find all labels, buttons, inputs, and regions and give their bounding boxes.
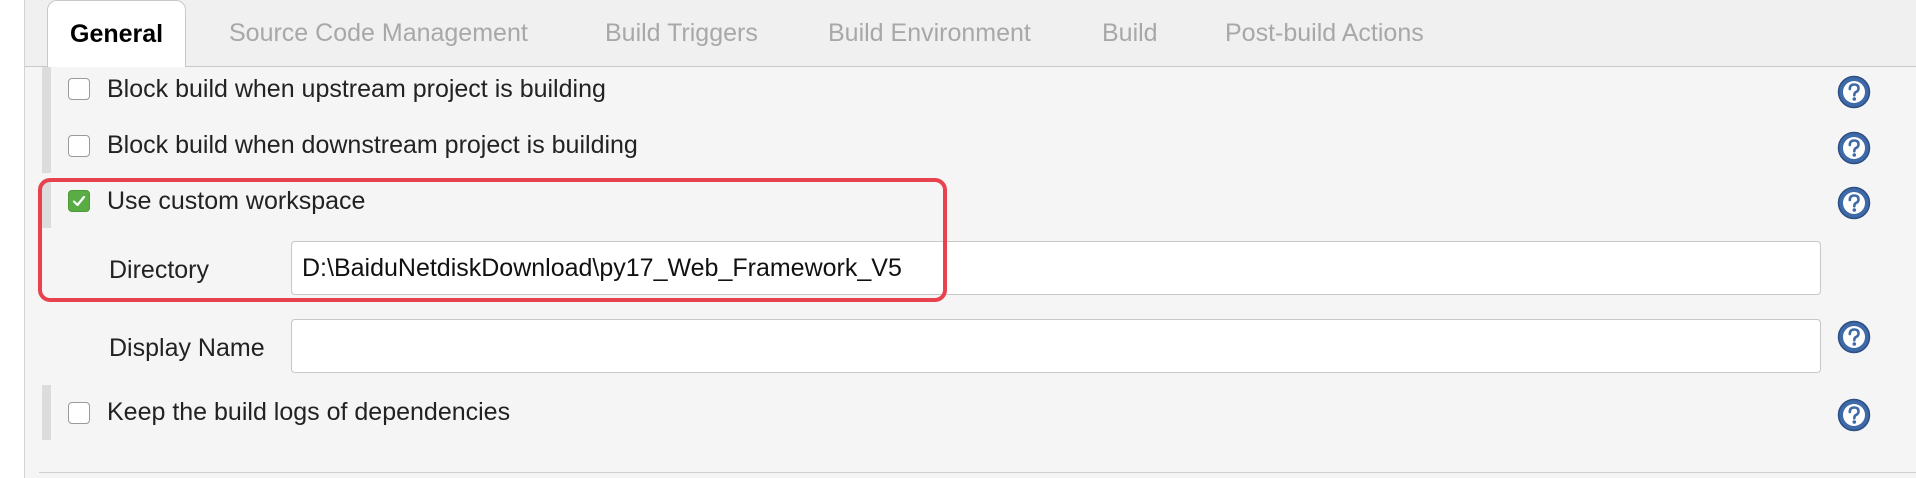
custom-workspace-checkbox[interactable] <box>68 190 90 212</box>
display-name-label: Display Name <box>109 334 265 362</box>
tab-build-environment[interactable]: Build Environment <box>828 14 1031 52</box>
section-sidebar <box>42 67 51 173</box>
keep-logs-checkbox[interactable] <box>68 402 90 424</box>
keep-logs-label: Keep the build logs of dependencies <box>107 398 511 426</box>
display-name-input[interactable] <box>291 319 1821 373</box>
block-upstream-checkbox[interactable] <box>68 78 90 100</box>
section-sidebar <box>42 385 51 440</box>
directory-input[interactable] <box>291 241 1821 295</box>
help-icon[interactable] <box>1837 75 1871 109</box>
help-icon[interactable] <box>1837 186 1871 220</box>
help-icon[interactable] <box>1837 131 1871 165</box>
help-icon[interactable] <box>1837 320 1871 354</box>
custom-workspace-label: Use custom workspace <box>107 187 366 215</box>
tab-build[interactable]: Build <box>1102 14 1158 52</box>
help-icon[interactable] <box>1837 398 1871 432</box>
tab-general[interactable]: General <box>47 0 187 67</box>
tab-source-code-management[interactable]: Source Code Management <box>229 14 528 52</box>
tab-build-triggers[interactable]: Build Triggers <box>605 14 758 52</box>
section-divider <box>39 472 1916 473</box>
config-frame: General Source Code Management Build Tri… <box>24 0 1916 478</box>
tab-bar: General Source Code Management Build Tri… <box>25 0 1916 67</box>
block-downstream-label: Block build when downstream project is b… <box>107 131 638 159</box>
directory-label: Directory <box>109 256 210 284</box>
check-icon <box>72 195 86 207</box>
block-upstream-label: Block build when upstream project is bui… <box>107 75 606 103</box>
block-downstream-checkbox[interactable] <box>68 135 90 157</box>
section-sidebar <box>42 180 51 228</box>
tab-post-build-actions[interactable]: Post-build Actions <box>1225 14 1424 52</box>
